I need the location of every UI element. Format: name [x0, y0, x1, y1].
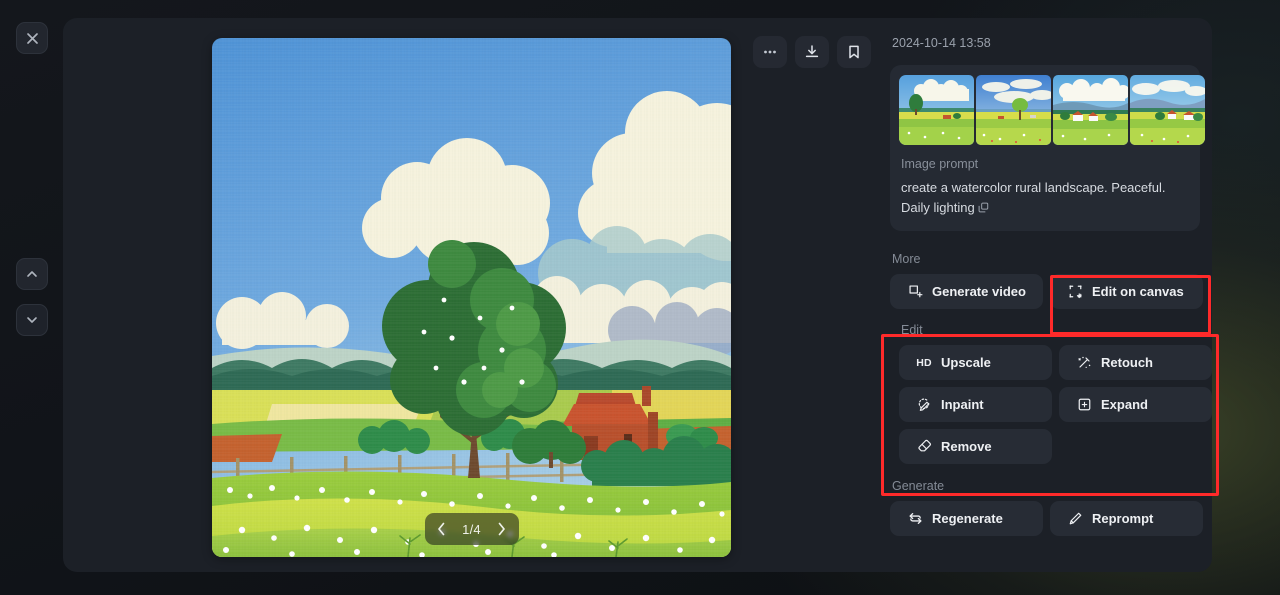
- inpaint-label: Inpaint: [941, 397, 984, 412]
- pencil-icon: [1067, 511, 1083, 527]
- more-section-label: More: [892, 252, 921, 266]
- magic-wand-icon: [1076, 355, 1092, 371]
- thumbnail-3[interactable]: [1053, 75, 1128, 145]
- inpaint-button[interactable]: Inpaint: [899, 387, 1052, 422]
- copy-icon[interactable]: [978, 199, 989, 219]
- pager-prev-icon[interactable]: [431, 516, 453, 542]
- prompt-text-wrapper: create a watercolor rural landscape. Pea…: [899, 178, 1191, 219]
- next-image-button[interactable]: [16, 304, 48, 336]
- ellipsis-icon: [764, 50, 776, 54]
- reprompt-label: Reprompt: [1092, 511, 1154, 526]
- bookmark-button[interactable]: [837, 36, 871, 68]
- generate-section-label: Generate: [892, 479, 945, 493]
- refresh-arrows-icon: [907, 511, 923, 527]
- prompt-text: create a watercolor rural landscape. Pea…: [901, 180, 1166, 215]
- retouch-label: Retouch: [1101, 355, 1153, 370]
- thumbnail-2[interactable]: [976, 75, 1051, 145]
- remove-button[interactable]: Remove: [899, 429, 1052, 464]
- retouch-button[interactable]: Retouch: [1059, 345, 1212, 380]
- edit-on-canvas-button[interactable]: Edit on canvas: [1050, 274, 1203, 309]
- thumbnail-4[interactable]: [1130, 75, 1205, 145]
- image-detail-modal: 1/4 2024-10-14 13:58 Image prompt create…: [63, 18, 1212, 572]
- expand-label: Expand: [1101, 397, 1148, 412]
- details-panel: 2024-10-14 13:58 Image prompt create a w…: [890, 36, 1212, 536]
- more-section: More Generate video Edit on canvas: [890, 252, 1203, 309]
- upscale-label: Upscale: [941, 355, 991, 370]
- more-options-button[interactable]: [753, 36, 787, 68]
- canvas-crop-icon: [1067, 284, 1083, 300]
- edit-button-grid: HD Upscale Retouch Inpaint Expand Remove: [899, 345, 1212, 464]
- thumbnail-1[interactable]: [899, 75, 974, 145]
- generate-video-label: Generate video: [932, 284, 1026, 299]
- generate-video-button[interactable]: Generate video: [890, 274, 1043, 309]
- edit-on-canvas-label: Edit on canvas: [1092, 284, 1184, 299]
- reprompt-button[interactable]: Reprompt: [1050, 501, 1203, 536]
- regenerate-label: Regenerate: [932, 511, 1003, 526]
- image-pager[interactable]: 1/4: [424, 513, 519, 545]
- eraser-icon: [916, 439, 932, 455]
- thumbnail-row: [899, 75, 1205, 145]
- edit-section: Edit HD Upscale Retouch Inpaint Expand R…: [890, 315, 1212, 473]
- remove-label: Remove: [941, 439, 992, 454]
- more-button-grid: Generate video Edit on canvas: [890, 274, 1203, 309]
- pager-next-icon[interactable]: [491, 516, 513, 542]
- download-icon: [805, 45, 819, 58]
- inpaint-brush-icon: [916, 397, 932, 413]
- download-button[interactable]: [795, 36, 829, 68]
- video-frame-icon: [907, 284, 923, 300]
- hero-image[interactable]: [212, 38, 731, 557]
- prompt-card: Image prompt create a watercolor rural l…: [890, 65, 1205, 231]
- expand-button[interactable]: Expand: [1059, 387, 1212, 422]
- previous-image-button[interactable]: [16, 258, 48, 290]
- hd-icon: HD: [916, 356, 932, 369]
- close-button[interactable]: [16, 22, 48, 54]
- expand-frame-icon: [1076, 397, 1092, 413]
- app-root: 1/4 2024-10-14 13:58 Image prompt create…: [0, 0, 1280, 595]
- prompt-label: Image prompt: [901, 157, 979, 171]
- upscale-button[interactable]: HD Upscale: [899, 345, 1052, 380]
- regenerate-button[interactable]: Regenerate: [890, 501, 1043, 536]
- image-stage: 1/4: [212, 38, 731, 557]
- generate-section: Generate Regenerate Reprompt: [890, 479, 1203, 536]
- timestamp: 2024-10-14 13:58: [892, 36, 991, 50]
- edit-section-label: Edit: [901, 323, 923, 337]
- generate-button-grid: Regenerate Reprompt: [890, 501, 1203, 536]
- bookmark-icon: [849, 45, 859, 59]
- image-toolbar: [753, 36, 871, 68]
- pager-label: 1/4: [462, 521, 481, 537]
